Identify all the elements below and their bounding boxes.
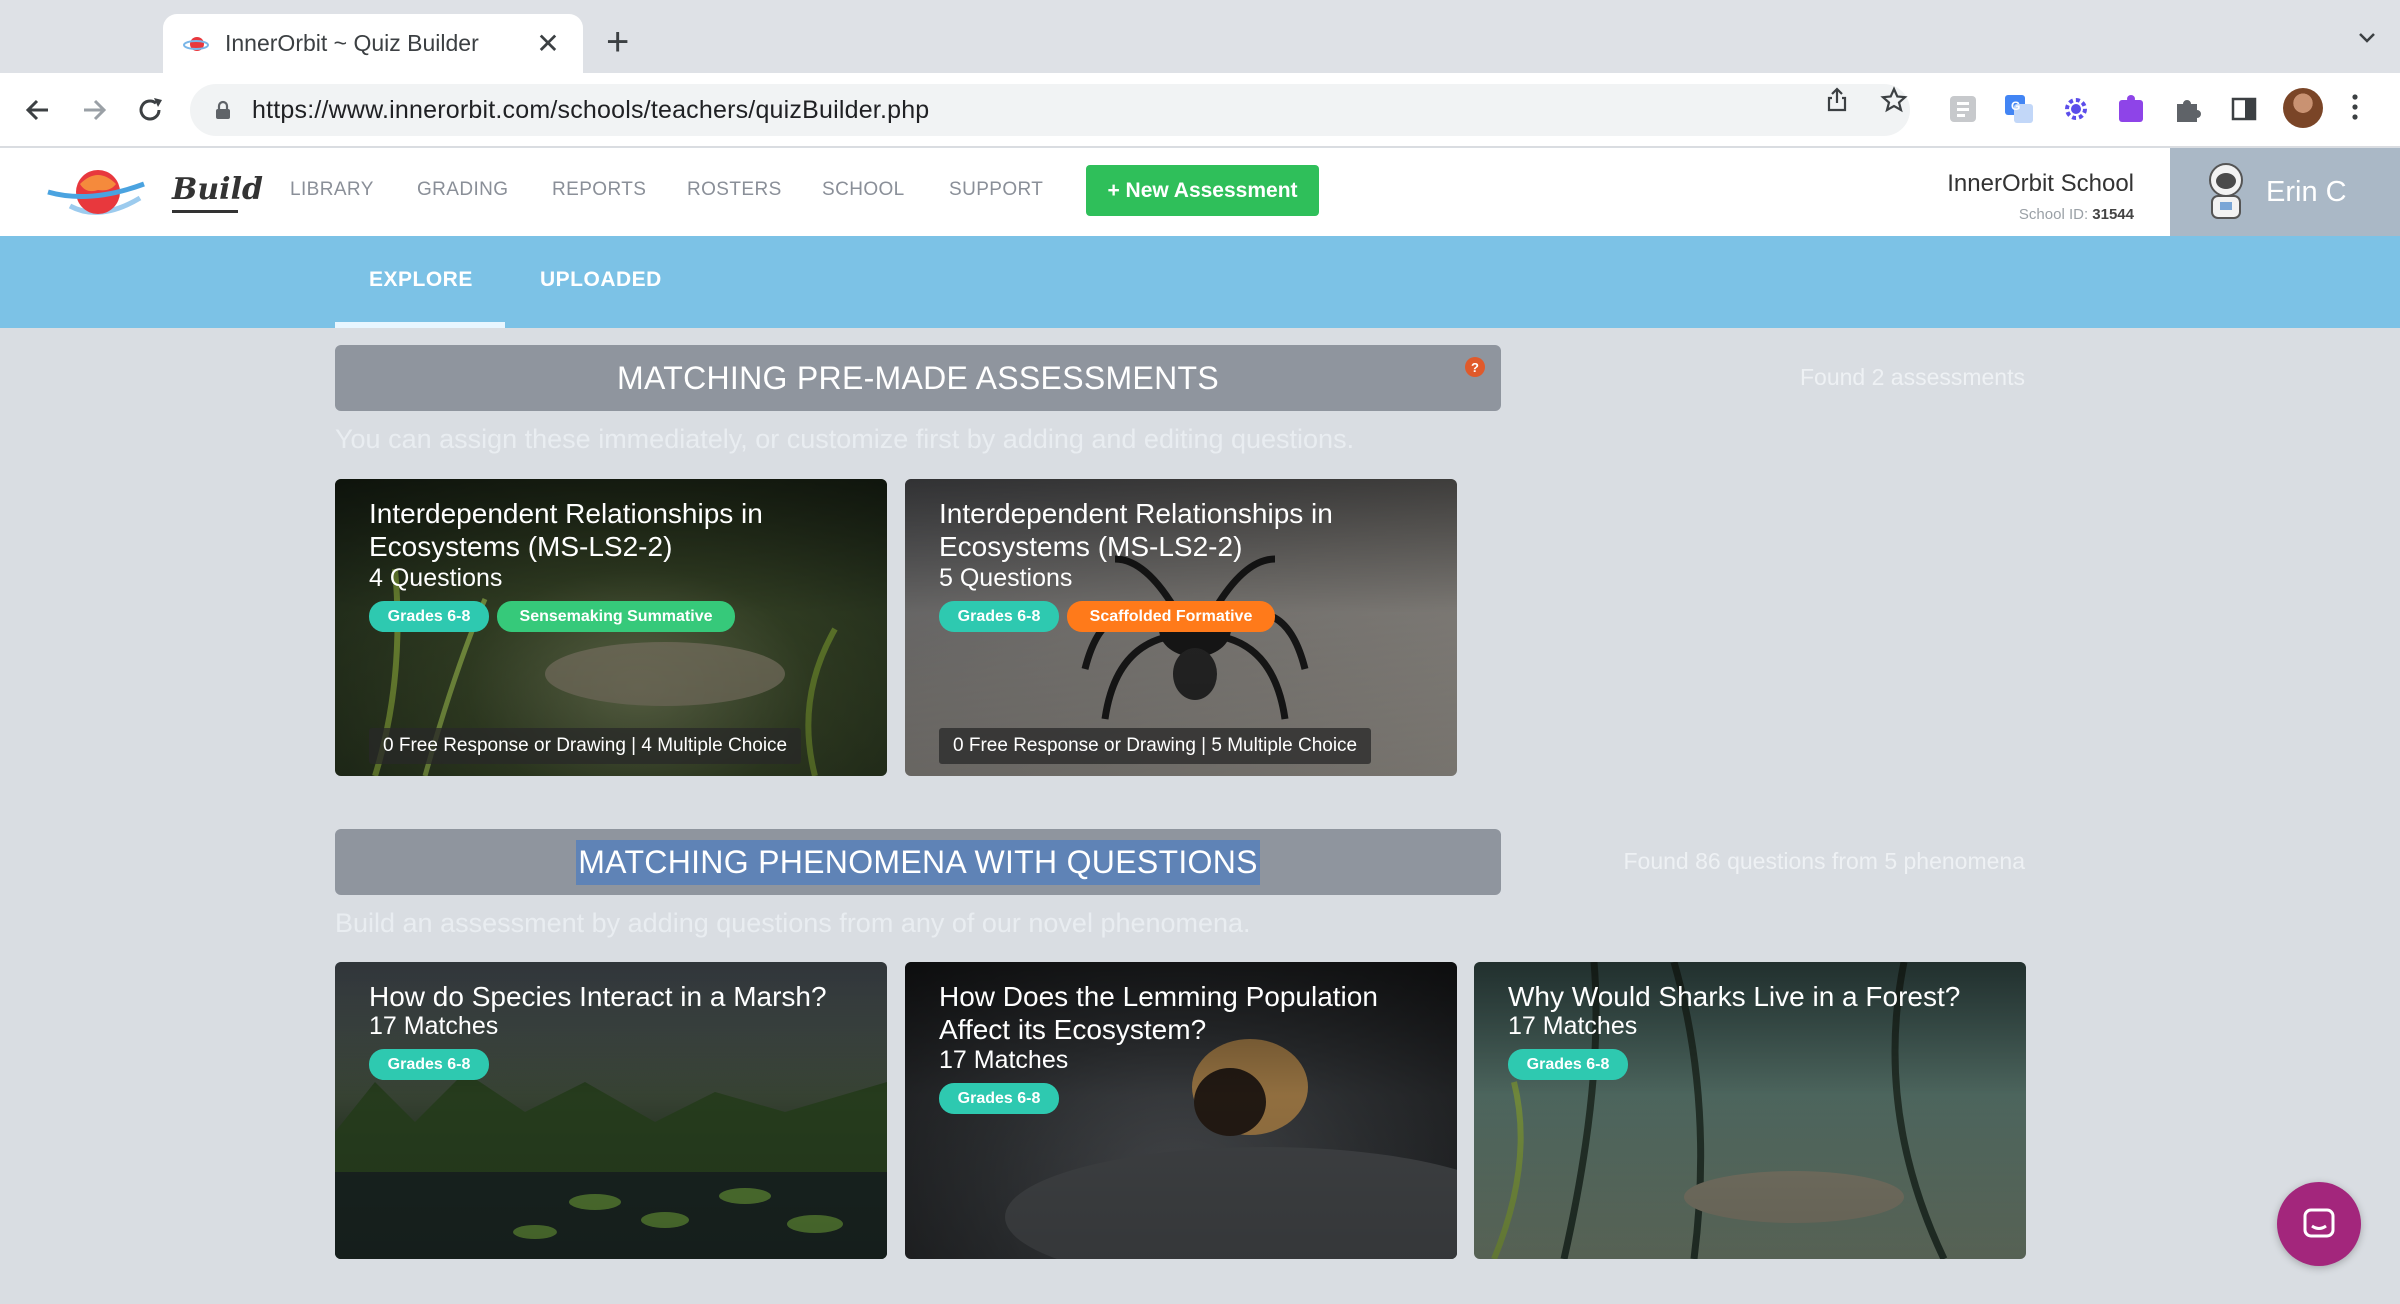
assessment-card[interactable]: Interdependent Relationships in Ecosyste… [905, 479, 1457, 776]
premade-section-title: MATCHING PRE-MADE ASSESSMENTS [617, 359, 1219, 396]
new-tab-icon[interactable]: + [606, 20, 629, 65]
chat-icon [2303, 1208, 2335, 1238]
card-question-count: 5 Questions [939, 564, 1073, 592]
forward-icon[interactable] [76, 92, 112, 128]
card-footer-breakdown: 0 Free Response or Drawing | 5 Multiple … [939, 728, 1372, 764]
browser-toolbar: https://www.innerorbit.com/schools/teach… [0, 73, 2400, 147]
nav-support[interactable]: SUPPORT [949, 179, 1043, 201]
user-name: Erin C [2266, 176, 2347, 208]
card-footer-breakdown: 0 Free Response or Drawing | 4 Multiple … [369, 728, 802, 764]
phenomenon-card[interactable]: Why Would Sharks Live in a Forest? 17 Ma… [1474, 962, 2026, 1259]
url-text: https://www.innerorbit.com/schools/teach… [252, 95, 930, 124]
premade-found-count: Found 2 assessments [1799, 364, 2025, 390]
innerorbit-logo[interactable] [40, 162, 150, 226]
type-badge: Sensemaking Summative [497, 601, 735, 632]
tab-close-icon[interactable]: ✕ [533, 27, 563, 60]
nav-school[interactable]: SCHOOL [822, 179, 905, 201]
astronaut-avatar-icon [2209, 163, 2243, 219]
lock-icon[interactable] [212, 99, 234, 121]
premade-subtitle: You can assign these immediately, or cus… [335, 424, 1355, 454]
back-icon[interactable] [20, 92, 56, 128]
extension-puzzle-purple-icon[interactable] [2115, 92, 2149, 126]
card-match-count: 17 Matches [369, 1012, 499, 1040]
card-title: Why Would Sharks Live in a Forest? [1508, 981, 1961, 1012]
card-title: Interdependent Relationships in Ecosyste… [369, 498, 763, 562]
school-id: School ID: 31544 [2018, 206, 2134, 223]
phenomena-section-title: MATCHING PHENOMENA WITH QUESTIONS [576, 839, 1260, 885]
phenomena-found-count: Found 86 questions from 5 phenomena [1623, 848, 2026, 874]
extensions-icon[interactable] [2171, 92, 2205, 126]
premade-section-header: MATCHING PRE-MADE ASSESSMENTS ? [335, 345, 1501, 411]
nav-reports[interactable]: REPORTS [552, 179, 646, 201]
grade-badge: Grades 6-8 [369, 1049, 489, 1080]
browser-tab[interactable]: InnerOrbit ~ Quiz Builder ✕ [163, 14, 583, 73]
reload-icon[interactable] [132, 92, 168, 128]
profile-avatar[interactable] [2283, 88, 2323, 128]
card-match-count: 17 Matches [1508, 1012, 1638, 1040]
grade-badge: Grades 6-8 [939, 1083, 1059, 1114]
tab-title: InnerOrbit ~ Quiz Builder [225, 30, 479, 56]
grade-badge: Grades 6-8 [939, 601, 1059, 632]
new-assessment-button[interactable]: + New Assessment [1086, 165, 1319, 216]
sub-navigation: EXPLORE UPLOADED [0, 236, 2400, 328]
build-underline [172, 210, 238, 213]
help-icon[interactable]: ? [1465, 357, 1485, 377]
nav-library[interactable]: LIBRARY [290, 179, 374, 201]
phenomenon-card[interactable]: How do Species Interact in a Marsh? 17 M… [335, 962, 887, 1259]
side-panel-icon[interactable] [2227, 92, 2261, 126]
extension-reader-icon[interactable] [1946, 92, 1980, 126]
active-tab-indicator [335, 322, 505, 328]
card-title: Interdependent Relationships in Ecosyste… [939, 498, 1333, 562]
card-title: How do Species Interact in a Marsh? [369, 981, 827, 1012]
address-bar[interactable]: https://www.innerorbit.com/schools/teach… [190, 84, 1910, 136]
user-menu[interactable]: Erin C [2170, 148, 2400, 236]
nav-rosters[interactable]: ROSTERS [687, 179, 782, 201]
card-match-count: 17 Matches [939, 1046, 1069, 1074]
school-name: InnerOrbit School [1947, 170, 2134, 197]
assessment-card[interactable]: Interdependent Relationships in Ecosyste… [335, 479, 887, 776]
phenomena-section-header: MATCHING PHENOMENA WITH QUESTIONS [335, 829, 1501, 895]
share-icon[interactable] [1823, 86, 1851, 114]
bookmark-star-icon[interactable] [1880, 86, 1908, 114]
build-nav-label[interactable]: Build [172, 172, 263, 207]
grade-badge: Grades 6-8 [369, 601, 489, 632]
extension-gear-icon[interactable] [2059, 92, 2093, 126]
card-title: How Does the Lemming Population Affect i… [939, 981, 1378, 1045]
app-header: Build LIBRARY GRADING REPORTS ROSTERS SC… [0, 148, 2400, 236]
innerorbit-favicon-icon [183, 36, 209, 51]
card-question-count: 4 Questions [369, 564, 503, 592]
phenomenon-card[interactable]: How Does the Lemming Population Affect i… [905, 962, 1457, 1259]
translate-icon[interactable]: G [2002, 92, 2036, 126]
phenomena-subtitle: Build an assessment by adding questions … [335, 908, 1251, 938]
type-badge: Scaffolded Formative [1067, 601, 1275, 632]
nav-grading[interactable]: GRADING [417, 179, 508, 201]
chat-launcher-button[interactable] [2277, 1182, 2361, 1266]
browser-menu-icon[interactable] [2350, 92, 2360, 122]
tab-explore[interactable]: EXPLORE [369, 268, 473, 292]
svg-text:G: G [2011, 99, 2020, 113]
grade-badge: Grades 6-8 [1508, 1049, 1628, 1080]
browser-tabstrip: InnerOrbit ~ Quiz Builder ✕ + [0, 0, 2400, 73]
tab-uploaded[interactable]: UPLOADED [540, 268, 662, 292]
tab-search-chevron-icon[interactable] [2354, 24, 2380, 50]
